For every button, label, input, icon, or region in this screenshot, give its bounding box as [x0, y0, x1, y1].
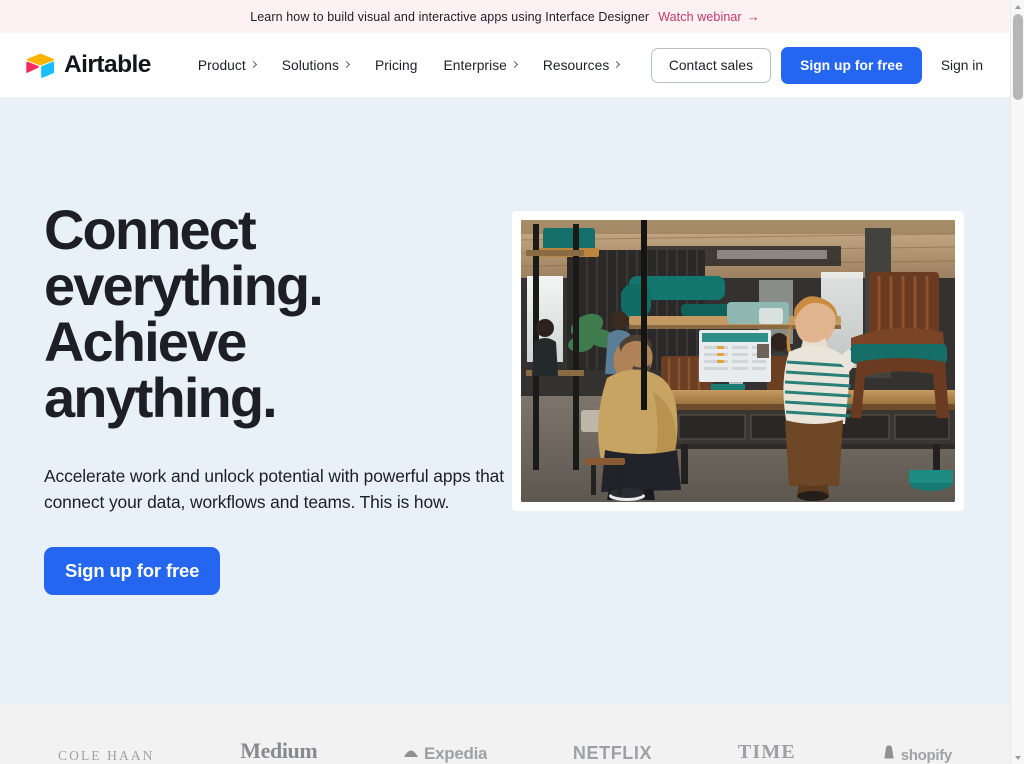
airtable-logo-link[interactable]: Airtable	[26, 51, 151, 79]
nav-item-label: Pricing	[374, 57, 418, 73]
hero-title-line-1: Connect	[44, 198, 257, 261]
customer-logo-strip: COLE HAAN Medium Expedia NETFLIX TIME sh…	[0, 704, 1010, 764]
promo-banner: Learn how to build visual and interactiv…	[0, 0, 1010, 33]
hero-signup-button[interactable]: Sign up for free	[44, 547, 221, 596]
nav-item-product[interactable]: Product	[185, 51, 269, 80]
nav-item-solutions[interactable]: Solutions	[269, 51, 362, 80]
scrollbar-thumb[interactable]	[1013, 14, 1023, 100]
nav-item-resources[interactable]: Resources	[530, 51, 632, 80]
nav-item-label: Solutions	[281, 57, 339, 73]
browser-viewport: Learn how to build visual and interactiv…	[0, 0, 1024, 764]
signin-link[interactable]: Sign in	[932, 50, 990, 81]
hero-title-line-2: everything.	[44, 254, 324, 317]
shopify-bag-icon	[882, 745, 896, 764]
logo-netflix: NETFLIX	[572, 743, 653, 763]
contact-sales-button[interactable]: Contact sales	[650, 47, 772, 83]
nav-item-pricing[interactable]: Pricing	[362, 51, 431, 80]
hero-copy: Connect everything. Achieve anything. Ac…	[44, 97, 514, 596]
promo-banner-text: Learn how to build visual and interactiv…	[250, 9, 650, 24]
scrollbar-up-arrow[interactable]	[1011, 0, 1024, 13]
logo-expedia: Expedia	[403, 742, 487, 764]
main-navbar: Airtable Product Solutions Pricing Enter…	[0, 33, 1010, 97]
hero-subtitle: Accelerate work and unlock potential wit…	[44, 466, 504, 512]
chevron-right-icon	[342, 60, 350, 68]
watch-webinar-label: Watch webinar	[658, 9, 742, 24]
nav-links: Product Solutions Pricing Enterprise Res…	[185, 51, 632, 80]
page-scrollbar[interactable]	[1010, 0, 1024, 764]
hero-photo	[521, 220, 955, 502]
logo-shopify-label: shopify	[900, 747, 952, 764]
logo-expedia-label: Expedia	[424, 744, 488, 763]
hero-title-line-4: anything.	[44, 366, 278, 429]
nav-item-label: Product	[197, 57, 246, 73]
scrollbar-down-arrow[interactable]	[1011, 751, 1024, 764]
hero-section: Connect everything. Achieve anything. Ac…	[0, 97, 1010, 704]
chevron-right-icon	[510, 60, 518, 68]
nav-item-enterprise[interactable]: Enterprise	[430, 51, 529, 80]
nav-item-label: Resources	[542, 57, 610, 73]
logo-time: TIME	[737, 742, 796, 763]
brand-name: Airtable	[64, 51, 151, 78]
hero-image-frame	[512, 211, 964, 511]
hero-title: Connect everything. Achieve anything.	[44, 202, 344, 426]
triangle-up-icon	[1014, 4, 1021, 9]
signup-button-nav[interactable]: Sign up for free	[781, 46, 922, 84]
watch-webinar-link[interactable]: Watch webinar →	[658, 10, 760, 24]
logo-cole-haan: COLE HAAN	[58, 748, 155, 763]
airtable-cube-icon	[26, 53, 55, 78]
arrow-right-icon: →	[746, 8, 760, 24]
chevron-right-icon	[249, 60, 257, 68]
logo-shopify: shopify	[882, 742, 952, 764]
page-content: Learn how to build visual and interactiv…	[0, 0, 1010, 764]
hero-title-line-3: Achieve	[44, 310, 247, 373]
expedia-mark-icon	[403, 744, 419, 764]
nav-actions: Contact sales Sign up for free Sign in	[650, 46, 990, 84]
logo-medium: Medium	[240, 742, 318, 763]
triangle-down-icon	[1014, 755, 1021, 760]
nav-item-label: Enterprise	[443, 57, 507, 73]
chevron-right-icon	[613, 60, 621, 68]
